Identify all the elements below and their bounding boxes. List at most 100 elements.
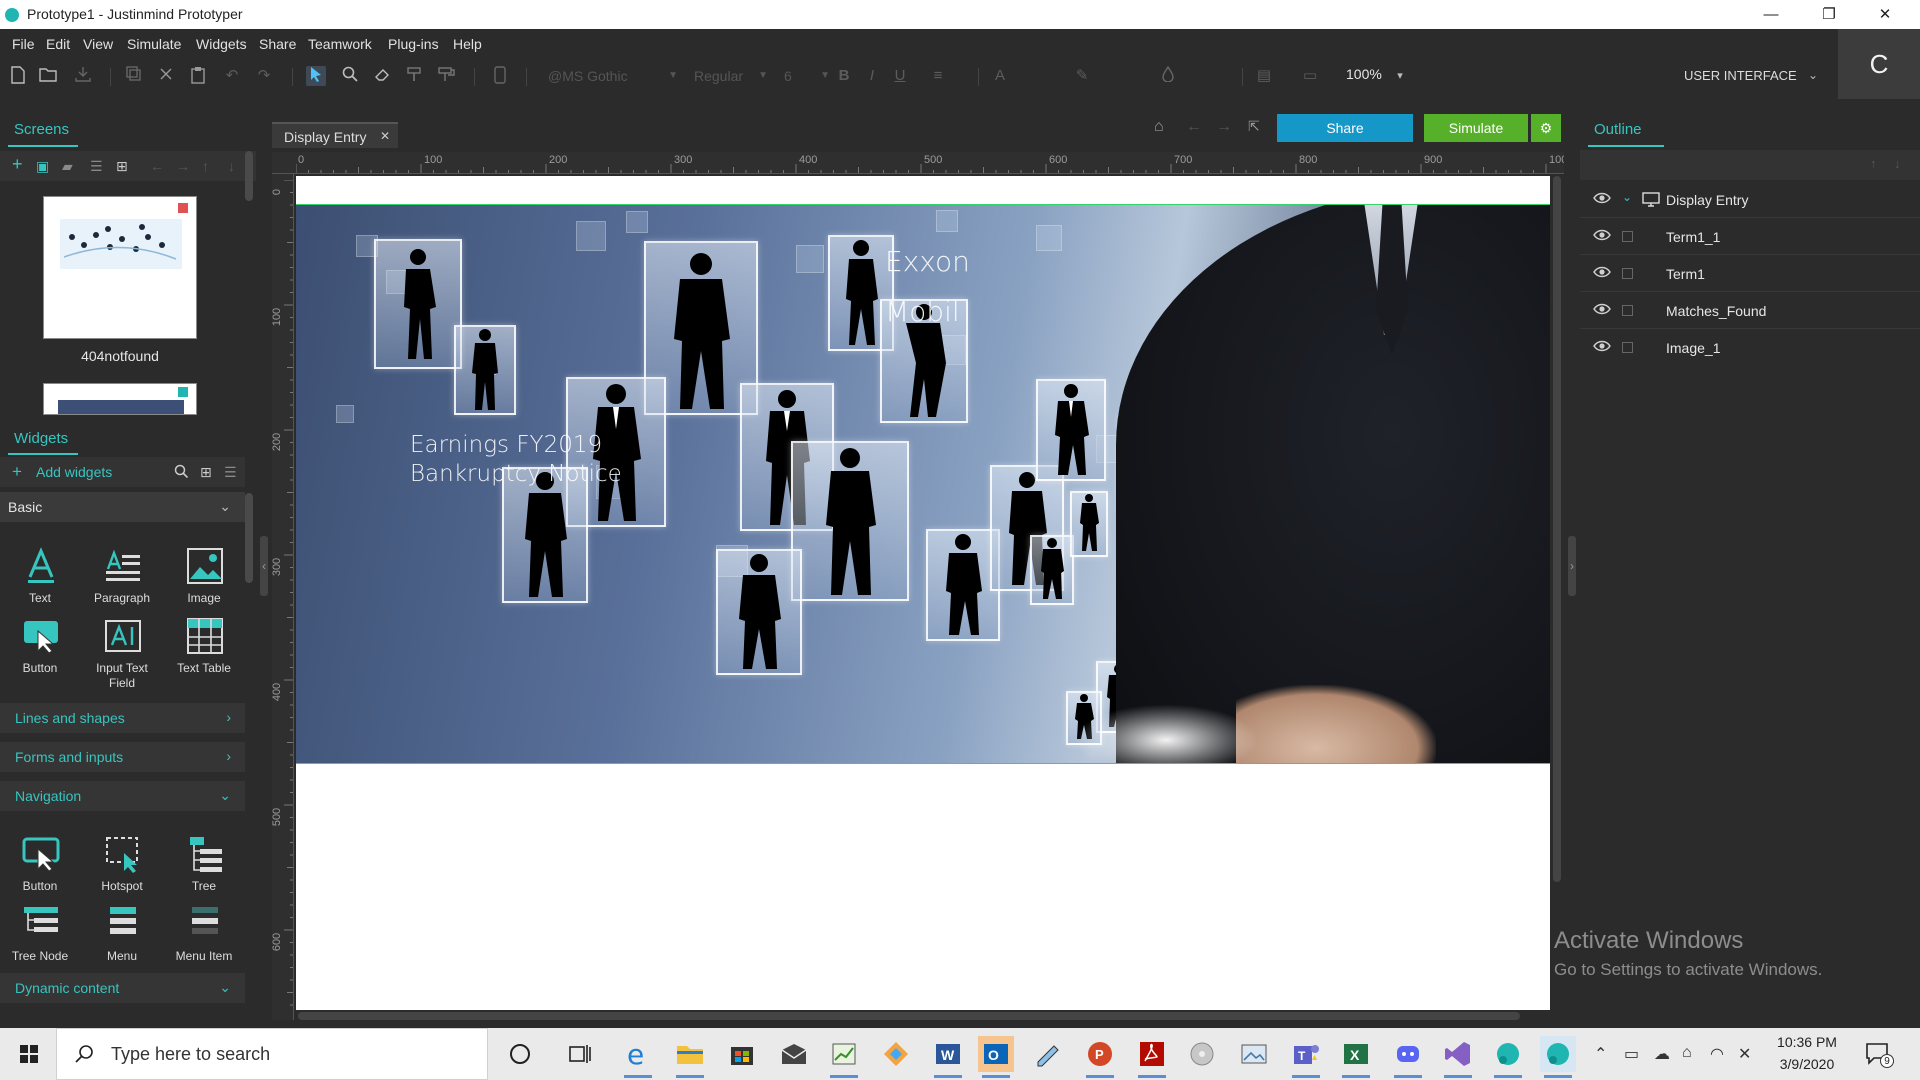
- menu-help[interactable]: Help: [453, 36, 482, 52]
- menu-simulate[interactable]: Simulate: [127, 36, 181, 52]
- chevron-down-icon[interactable]: ⌄: [1808, 68, 1818, 82]
- move-up-icon[interactable]: ↑: [1870, 156, 1877, 171]
- menu-teamwork[interactable]: Teamwork: [308, 36, 372, 52]
- opacity-drop-icon[interactable]: [1158, 65, 1178, 86]
- add-widgets-link[interactable]: Add widgets: [36, 464, 112, 480]
- outline-item-term1-1[interactable]: Term1_1: [1580, 219, 1920, 255]
- screen-thumbnail-2[interactable]: [43, 383, 197, 415]
- onedrive-icon[interactable]: ☁: [1654, 1044, 1670, 1064]
- lock-checkbox[interactable]: [1622, 305, 1633, 316]
- perspective-selector[interactable]: USER INTERFACE: [1684, 68, 1797, 83]
- widget-paragraph[interactable]: Paragraph: [82, 547, 162, 617]
- back-icon[interactable]: ←: [1186, 118, 1202, 136]
- edge-browser-icon[interactable]: e: [620, 1036, 656, 1078]
- move-right-icon[interactable]: →: [176, 158, 190, 174]
- add-folder-icon[interactable]: ▰: [62, 158, 73, 175]
- taskbar-search-box[interactable]: Type here to search: [56, 1028, 488, 1080]
- visual-studio-icon[interactable]: [1440, 1036, 1476, 1078]
- category-dynamic-content[interactable]: Dynamic content ⌄: [0, 973, 245, 1003]
- category-lines-and-shapes[interactable]: Lines and shapes ›: [0, 703, 245, 733]
- minimize-button[interactable]: —: [1748, 0, 1794, 29]
- justinmind-icon[interactable]: [1490, 1036, 1526, 1078]
- screen-thumbnail-404notfound[interactable]: [43, 196, 197, 339]
- pencil-icon[interactable]: ✎: [1072, 66, 1092, 86]
- share-button[interactable]: Share: [1277, 114, 1413, 142]
- widget-nav-button[interactable]: Button: [0, 835, 80, 905]
- outline-item-matches-found[interactable]: Matches_Found: [1580, 293, 1920, 329]
- acrobat-icon[interactable]: [1134, 1036, 1170, 1078]
- arrange-icon[interactable]: ▭: [1300, 66, 1320, 86]
- move-down-icon[interactable]: ↓: [228, 158, 235, 174]
- zoom-dropdown-icon[interactable]: ▾: [1390, 66, 1410, 86]
- font-color-icon[interactable]: A: [990, 66, 1010, 86]
- move-left-icon[interactable]: ←: [150, 158, 164, 174]
- outline-item-image-1[interactable]: Image_1: [1580, 330, 1920, 366]
- menu-widgets[interactable]: Widgets: [196, 36, 247, 52]
- font-style-select[interactable]: Regular ▼: [694, 64, 768, 88]
- clock-date[interactable]: 3/9/2020: [1766, 1056, 1848, 1072]
- widget-input-text-field[interactable]: Input Text Field: [82, 617, 162, 690]
- justinmind-active-icon[interactable]: [1540, 1036, 1576, 1078]
- chevron-down-icon[interactable]: ⌄: [1622, 190, 1632, 204]
- copy-icon[interactable]: [124, 66, 144, 86]
- start-button[interactable]: [0, 1028, 56, 1080]
- new-file-icon[interactable]: [8, 66, 28, 86]
- paste-icon[interactable]: [188, 66, 208, 86]
- menu-view[interactable]: View: [83, 36, 113, 52]
- category-navigation[interactable]: Navigation ⌄: [0, 781, 245, 811]
- grid-view-icon[interactable]: ⊞: [116, 158, 128, 175]
- widget-hotspot[interactable]: Hotspot: [82, 835, 162, 905]
- select-tool-icon[interactable]: [306, 66, 326, 86]
- italic-icon[interactable]: I: [862, 66, 882, 86]
- underline-icon[interactable]: U: [890, 66, 910, 86]
- lock-checkbox[interactable]: [1622, 231, 1633, 242]
- move-up-icon[interactable]: ↑: [202, 158, 209, 174]
- eraser-tool-icon[interactable]: [372, 66, 392, 86]
- tray-chevron-up-icon[interactable]: ⌃: [1594, 1044, 1607, 1064]
- menu-file[interactable]: File: [12, 36, 35, 52]
- outline-item-display-entry[interactable]: ⌄ Display Entry: [1580, 182, 1920, 218]
- widgets-scrollbar[interactable]: [245, 493, 253, 583]
- teams-icon[interactable]: T: [1288, 1036, 1324, 1078]
- simulate-button[interactable]: Simulate: [1424, 114, 1528, 142]
- outline-item-term1[interactable]: Term1: [1580, 256, 1920, 292]
- widget-text[interactable]: Text: [0, 547, 80, 617]
- left-panel-splitter[interactable]: ‹: [256, 112, 272, 1028]
- font-size-select[interactable]: 6 ▼: [784, 64, 830, 88]
- company-name-line1[interactable]: Exxon: [885, 245, 970, 278]
- wifi-icon[interactable]: ◠: [1710, 1044, 1724, 1064]
- photos-app-icon[interactable]: [1236, 1036, 1272, 1072]
- battery-icon[interactable]: ▭: [1624, 1044, 1639, 1064]
- store-icon[interactable]: [724, 1036, 760, 1072]
- home-icon[interactable]: ⌂: [1154, 118, 1164, 136]
- widget-tree-node[interactable]: Tree Node: [0, 905, 80, 975]
- export-icon[interactable]: [73, 66, 93, 86]
- move-down-icon[interactable]: ↓: [1894, 156, 1901, 171]
- phone-device-icon[interactable]: [490, 66, 510, 86]
- clock-time[interactable]: 10:36 PM: [1766, 1034, 1848, 1050]
- volume-muted-icon[interactable]: ✕: [1738, 1044, 1751, 1064]
- format-painter-multi-icon[interactable]: [436, 66, 456, 86]
- earnings-text[interactable]: Earnings FY2019: [410, 431, 602, 460]
- notification-center-icon[interactable]: 9: [1864, 1040, 1904, 1070]
- chart-app-icon[interactable]: [826, 1036, 862, 1078]
- widget-text-table[interactable]: Text Table: [164, 617, 244, 687]
- canvas-vertical-scrollbar[interactable]: [1553, 176, 1561, 882]
- lock-checkbox[interactable]: [1622, 268, 1633, 279]
- cut-icon[interactable]: [156, 66, 176, 86]
- screens-scrollbar[interactable]: [245, 151, 253, 201]
- widget-menu[interactable]: Menu: [82, 905, 162, 975]
- close-window-button[interactable]: ✕: [1862, 0, 1908, 29]
- redo-icon[interactable]: ↷: [254, 66, 274, 86]
- right-panel-splitter[interactable]: ›: [1564, 112, 1580, 1028]
- word-icon[interactable]: W: [930, 1036, 966, 1078]
- restore-button[interactable]: ❐: [1806, 0, 1852, 29]
- canvas-horizontal-scrollbar[interactable]: [298, 1012, 1520, 1020]
- powerpoint-icon[interactable]: P: [1082, 1036, 1118, 1078]
- simulation-settings-icon[interactable]: ⚙: [1531, 114, 1561, 142]
- add-screen-icon[interactable]: +: [12, 154, 23, 175]
- library-select[interactable]: Basic ⌄: [0, 492, 245, 522]
- category-forms-and-inputs[interactable]: Forms and inputs ›: [0, 742, 245, 772]
- add-widgets-icon[interactable]: +: [12, 462, 22, 482]
- discord-icon[interactable]: [1390, 1036, 1426, 1078]
